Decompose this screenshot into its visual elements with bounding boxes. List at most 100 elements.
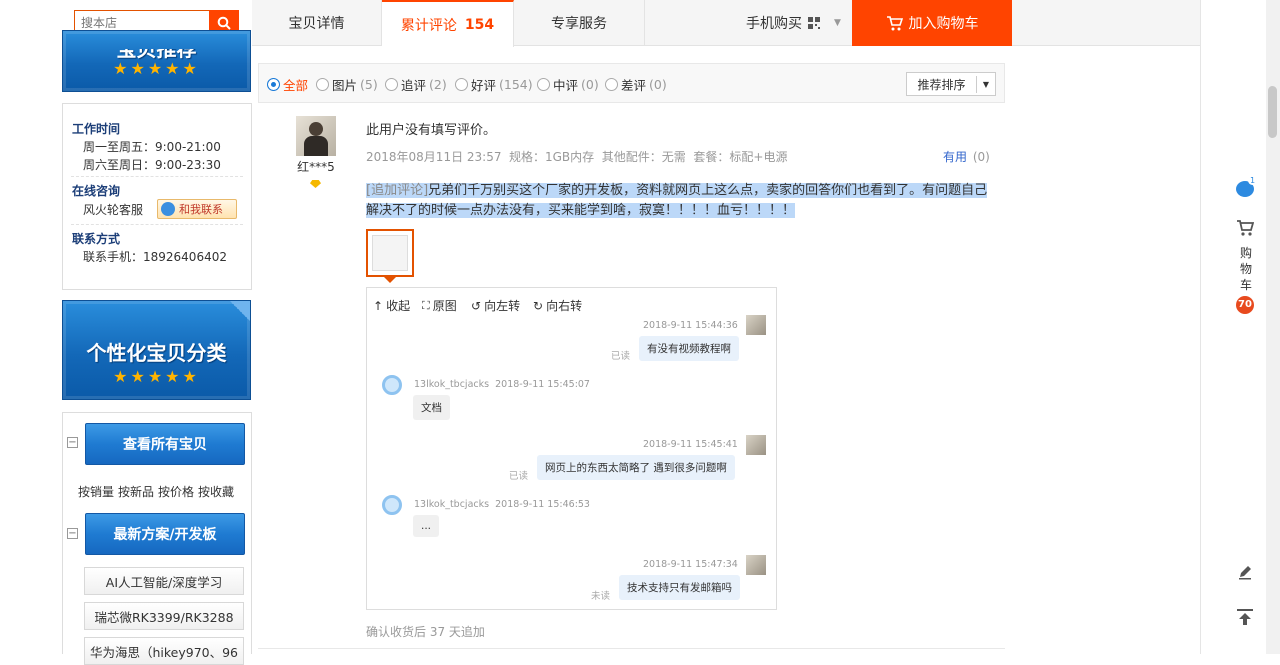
contact-me-button[interactable]: 和我联系 xyxy=(157,199,237,219)
tab-reviews-label: 累计评论 xyxy=(400,17,457,34)
chat-bubble-icon xyxy=(161,202,175,216)
chevron-down-icon: ▼ xyxy=(834,18,841,28)
detail-tab-bar: 宝贝详情 累计评论 154 专享服务 手机购买 ▼ xyxy=(252,0,1200,47)
filter-all[interactable]: 全部 xyxy=(267,75,308,94)
search-icon xyxy=(217,16,231,30)
chat-bubble: 文档 xyxy=(413,395,450,420)
back-to-top-icon[interactable] xyxy=(1236,608,1254,626)
useful-button[interactable]: 有用 (0) xyxy=(943,148,990,165)
filter-followup[interactable]: 追评 (2) xyxy=(385,75,447,94)
collapse-toggle-icon[interactable]: − xyxy=(67,437,78,448)
append-text: 兄弟们千万别买这个厂家的开发板，资料就网页上这么点，卖家的回答你们也看到了。有问… xyxy=(366,183,988,218)
sort-select[interactable]: 推荐排序 ▼ xyxy=(906,72,996,96)
tab-mobile-buy[interactable]: 手机购买 ▼ xyxy=(645,0,852,46)
sort-links: 按销量 按新品 按价格 按收藏 xyxy=(78,483,238,500)
read-status: 未读 xyxy=(591,591,611,602)
rotate-left-button[interactable]: ↺ 向左转 xyxy=(471,297,520,314)
message-sender-time: 13lkok_tbcjacks 2018-9-11 15:45:07 xyxy=(414,379,590,390)
rotate-right-icon: ↻ xyxy=(533,298,544,313)
filter-positive[interactable]: 好评 (154) xyxy=(455,75,533,94)
filter-negative[interactable]: 差评 (0) xyxy=(605,75,667,94)
review-text: 此用户没有填写评价。 xyxy=(366,123,497,138)
sort-by-sales-link[interactable]: 按销量 xyxy=(78,485,114,499)
banner-title: 个性化宝贝分类 xyxy=(86,341,227,365)
cart-count-badge: 70 xyxy=(1236,296,1254,314)
sidebar-cart[interactable] xyxy=(1236,220,1254,236)
sort-by-new-link[interactable]: 按新品 xyxy=(118,485,154,499)
sort-by-price-link[interactable]: 按价格 xyxy=(158,485,194,499)
sidebar-cart-label: 购物车 xyxy=(1240,246,1253,292)
seller-avatar xyxy=(382,375,402,395)
tab-service[interactable]: 专享服务 xyxy=(514,0,645,46)
message-count: 1 xyxy=(1248,176,1257,185)
contact-button-label: 和我联系 xyxy=(179,203,223,216)
chat-bubble: 技术支持只有发邮箱吗 xyxy=(619,575,740,600)
reviewer-name: 红***5 xyxy=(297,160,335,174)
rating-stars-icon: ★★★★★ xyxy=(113,367,200,386)
rotate-right-button[interactable]: ↻ 向右转 xyxy=(533,297,582,314)
category-banner: 个性化宝贝分类 ★★★★★ xyxy=(62,300,251,400)
append-footer: 确认收货后 37 天追加 xyxy=(366,625,485,639)
seller-avatar xyxy=(382,495,402,515)
add-to-cart-label: 加入购物车 xyxy=(908,16,979,32)
caret-down-icon: ▼ xyxy=(982,79,990,89)
image-viewer: ↑ 收起 ⛶ 原图 ↺ 向左转 ↻ 向右转 2018-9-11 15:44:36 已读 … xyxy=(366,287,777,610)
service-info-panel: 工作时间 周一至周五：9:00-21:00 周六至周日：9:00-23:30 在… xyxy=(62,103,252,290)
banner-title: 宝贝推荐 xyxy=(116,37,197,61)
category-item-hikey[interactable]: 华为海思（hikey970、96 xyxy=(84,637,244,665)
message-time: 2018-9-11 15:44:36 xyxy=(643,320,738,331)
original-image-button[interactable]: ⛶ 原图 xyxy=(422,297,457,314)
contact-phone: 联系手机：18926406402 xyxy=(83,250,227,264)
chat-bubble: 有没有视频教程啊 xyxy=(639,336,739,361)
buyer-avatar xyxy=(746,555,766,575)
qrcode-icon xyxy=(808,17,821,29)
append-tag: [追加评论] xyxy=(366,183,429,198)
view-all-products-button[interactable]: 查看所有宝贝 xyxy=(85,423,245,465)
message-time: 2018-9-11 15:45:41 xyxy=(643,439,738,450)
filter-images[interactable]: 图片 (5) xyxy=(316,75,378,94)
review-image-thumbnail[interactable] xyxy=(366,229,414,277)
useful-count: (0) xyxy=(972,150,990,164)
consult-title: 在线咨询 xyxy=(72,184,121,198)
tab-details[interactable]: 宝贝详情 xyxy=(252,0,382,46)
weekend-hours: 周六至周日：9:00-23:30 xyxy=(83,158,221,172)
agent-name: 风火轮客服 xyxy=(83,203,144,217)
add-to-cart-button[interactable]: 加入购物车 xyxy=(852,0,1012,46)
rating-stars-icon: ★★★★★ xyxy=(113,59,200,78)
expand-icon: ⛶ xyxy=(422,298,430,312)
message-icon[interactable]: 1 xyxy=(1236,176,1257,197)
useful-label: 有用 xyxy=(943,150,968,164)
arrow-up-icon: ↑ xyxy=(373,298,384,313)
recommend-banner: 宝贝推荐 ★★★★★ xyxy=(62,30,251,92)
review-date: 2018年08月11日 23:57 xyxy=(366,150,502,164)
tab-reviews[interactable]: 累计评论 154 xyxy=(382,0,514,47)
weekday-hours: 周一至周五：9:00-21:00 xyxy=(83,140,221,154)
latest-boards-button[interactable]: 最新方案/开发板 xyxy=(85,513,245,555)
collapse-button[interactable]: ↑ 收起 xyxy=(373,297,410,314)
message-sender-time: 13lkok_tbcjacks 2018-9-11 15:46:53 xyxy=(414,499,590,510)
reviewer-avatar[interactable] xyxy=(296,116,336,156)
chat-bubble: ... xyxy=(413,515,440,537)
message-time: 2018-9-11 15:47:34 xyxy=(643,559,738,570)
collapse-toggle-icon[interactable]: − xyxy=(67,528,78,539)
review-count: 154 xyxy=(464,16,495,33)
filter-neutral[interactable]: 中评 (0) xyxy=(537,75,599,94)
mobile-buy-label: 手机购买 xyxy=(746,16,803,32)
sort-by-fav-link[interactable]: 按收藏 xyxy=(198,485,234,499)
buyer-avatar xyxy=(746,315,766,335)
work-time-title: 工作时间 xyxy=(72,122,121,136)
edit-icon[interactable] xyxy=(1237,564,1253,580)
divider xyxy=(258,648,1005,649)
category-item-rk3399[interactable]: 瑞芯微RK3399/RK3288 xyxy=(84,602,244,630)
scrollbar-thumb[interactable] xyxy=(1268,86,1277,138)
sort-select-value: 推荐排序 xyxy=(907,75,977,93)
vip-diamond-icon xyxy=(310,180,321,188)
append-review: [追加评论]兄弟们千万别买这个厂家的开发板，资料就网页上这么点，卖家的回答你们也… xyxy=(366,181,996,221)
category-item-ai[interactable]: AI人工智能/深度学习 xyxy=(84,567,244,595)
cart-icon xyxy=(1237,220,1254,236)
review-filter-bar: 全部 图片 (5) 追评 (2) 好评 (154) 中评 (0) 差评 (0) 推荐排序 … xyxy=(258,63,1005,103)
read-status: 已读 xyxy=(611,351,631,362)
contact-title: 联系方式 xyxy=(72,232,121,246)
buyer-avatar xyxy=(746,435,766,455)
review-spec: 规格：1GB内存 其他配件：无需 套餐：标配+电源 xyxy=(509,150,788,164)
